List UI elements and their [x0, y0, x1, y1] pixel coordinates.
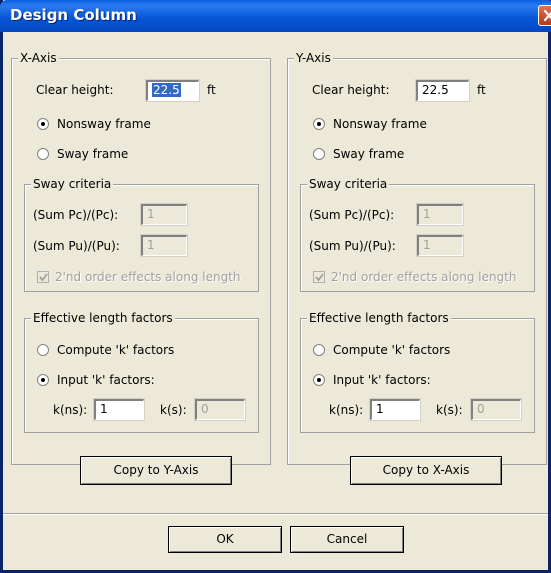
x-clear-height-unit: ft — [207, 83, 216, 97]
y-sway-radio[interactable] — [313, 148, 325, 160]
checkmark-icon — [315, 273, 324, 282]
x-nonsway-label[interactable]: Nonsway frame — [57, 116, 151, 132]
x-sum-pu-input[interactable]: 1 — [140, 234, 188, 257]
title-bar[interactable]: Design Column — [0, 0, 551, 32]
x-clear-height-value: 22.5 — [152, 83, 181, 97]
y-ks-input[interactable]: 0 — [470, 398, 522, 421]
y-sum-pu-label: (Sum Pu)/(Pu): — [309, 239, 396, 253]
y-ks-label: k(s): — [436, 403, 463, 417]
x-input-k-radio[interactable] — [37, 374, 49, 386]
y-kns-label: k(ns): — [329, 403, 364, 417]
y-compute-k-label[interactable]: Compute 'k' factors — [333, 342, 450, 358]
x-sway-label[interactable]: Sway frame — [57, 146, 128, 162]
x-ks-input[interactable]: 0 — [194, 398, 246, 421]
x-nonsway-radio[interactable] — [37, 118, 49, 130]
y-effective-length-label: Effective length factors — [307, 311, 451, 325]
ok-button[interactable]: OK — [168, 526, 282, 553]
x-sum-pc-label: (Sum Pc)/(Pc): — [33, 208, 119, 222]
y-clear-height-unit: ft — [477, 83, 486, 97]
y-sum-pc-label: (Sum Pc)/(Pc): — [309, 208, 395, 222]
y-sum-pu-input[interactable]: 1 — [416, 234, 464, 257]
y-compute-k-radio[interactable] — [313, 344, 325, 356]
y-clear-height-input[interactable]: 22.5 — [415, 79, 470, 102]
x-effective-length-label: Effective length factors — [31, 311, 175, 325]
y-sway-label[interactable]: Sway frame — [333, 146, 404, 162]
y-axis-panel: Y-Axis Clear height: 22.5 ft Nonsway fra… — [287, 51, 547, 485]
design-column-dialog: Design Column X-Axis Clear height: 22.5 … — [0, 0, 551, 573]
footer-divider — [3, 513, 548, 515]
copy-to-x-axis-button[interactable]: Copy to X-Axis — [350, 456, 502, 485]
cancel-button[interactable]: Cancel — [290, 526, 404, 553]
x-axis-label: X-Axis — [18, 51, 59, 65]
y-nonsway-label[interactable]: Nonsway frame — [333, 116, 427, 132]
x-axis-panel: X-Axis Clear height: 22.5 ft Nonsway fra… — [11, 51, 271, 485]
x-sum-pc-input[interactable]: 1 — [140, 203, 188, 226]
y-input-k-radio[interactable] — [313, 374, 325, 386]
close-icon — [543, 9, 551, 22]
x-second-order-label: 2'nd order effects along length — [55, 270, 241, 284]
y-nonsway-radio[interactable] — [313, 118, 325, 130]
y-clear-height-label: Clear height: — [312, 83, 390, 97]
y-axis-label: Y-Axis — [294, 51, 333, 65]
x-input-k-label[interactable]: Input 'k' factors: — [57, 372, 155, 388]
x-clear-height-label: Clear height: — [36, 83, 114, 97]
y-effective-length-group: Effective length factors Compute 'k' fac… — [300, 311, 535, 433]
window-title: Design Column — [10, 6, 137, 24]
x-compute-k-radio[interactable] — [37, 344, 49, 356]
y-sway-criteria-label: Sway criteria — [307, 177, 390, 191]
y-kns-input[interactable]: 1 — [369, 398, 421, 421]
x-effective-length-group: Effective length factors Compute 'k' fac… — [24, 311, 259, 433]
y-sum-pc-input[interactable]: 1 — [416, 203, 464, 226]
close-button[interactable] — [538, 5, 551, 26]
checkmark-icon — [39, 273, 48, 282]
x-sway-radio[interactable] — [37, 148, 49, 160]
x-second-order-checkbox[interactable] — [37, 271, 49, 283]
x-kns-label: k(ns): — [53, 403, 88, 417]
y-second-order-checkbox[interactable] — [313, 271, 325, 283]
copy-to-y-axis-button[interactable]: Copy to Y-Axis — [80, 456, 232, 485]
y-second-order-label: 2'nd order effects along length — [331, 270, 517, 284]
x-kns-input[interactable]: 1 — [93, 398, 145, 421]
x-compute-k-label[interactable]: Compute 'k' factors — [57, 342, 174, 358]
y-sway-criteria-group: Sway criteria (Sum Pc)/(Pc): 1 (Sum Pu)/… — [300, 177, 535, 292]
x-sum-pu-label: (Sum Pu)/(Pu): — [33, 239, 120, 253]
x-sway-criteria-group: Sway criteria (Sum Pc)/(Pc): 1 (Sum Pu)/… — [24, 177, 259, 292]
x-ks-label: k(s): — [160, 403, 187, 417]
x-clear-height-input[interactable]: 22.5 — [145, 79, 200, 102]
y-input-k-label[interactable]: Input 'k' factors: — [333, 372, 431, 388]
x-sway-criteria-label: Sway criteria — [31, 177, 114, 191]
